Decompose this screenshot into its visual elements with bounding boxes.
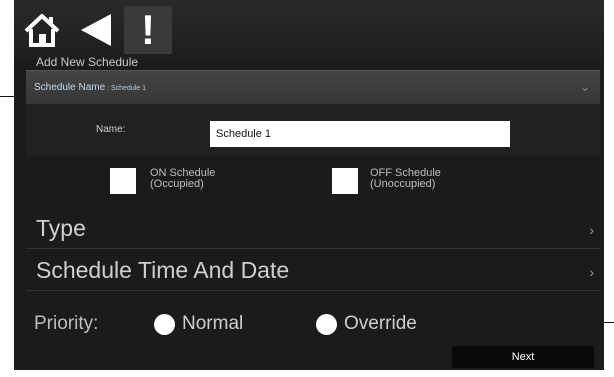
off-schedule-checkbox[interactable] <box>332 168 358 194</box>
name-label: Name: <box>96 124 126 135</box>
chevron-right-icon: › <box>589 264 594 280</box>
priority-label: Priority: <box>34 313 99 334</box>
schedule-name-heading: Schedule Name : Schedule 1 <box>34 82 146 93</box>
override-radio-label: Override <box>344 313 417 334</box>
off-schedule-label: OFF Schedule (Unoccupied) <box>370 168 441 190</box>
chevron-down-icon: ⌄ <box>579 80 590 94</box>
back-button[interactable] <box>74 6 120 54</box>
name-row: Name: <box>26 104 600 156</box>
schedule-name-label: Schedule Name <box>34 82 106 93</box>
type-row[interactable]: Type › <box>26 210 600 249</box>
schedule-name-dropdown[interactable]: Schedule Name : Schedule 1 ⌄ <box>26 70 600 105</box>
off-schedule-line2: (Unoccupied) <box>370 178 436 190</box>
type-label: Type <box>36 215 86 241</box>
on-schedule-checkbox[interactable] <box>110 168 136 194</box>
schedule-time-date-label: Schedule Time And Date <box>36 257 290 283</box>
alert-button[interactable]: ! <box>124 6 172 54</box>
back-icon <box>81 14 111 46</box>
schedule-name-value: Schedule 1 <box>111 85 147 92</box>
name-input[interactable] <box>210 121 510 147</box>
home-icon <box>24 14 60 47</box>
schedule-time-date-row[interactable]: Schedule Time And Date › <box>26 252 600 291</box>
next-button[interactable]: Next <box>452 346 594 368</box>
chevron-right-icon: › <box>589 222 594 238</box>
app-screen: ! Add New Schedule Schedule Name : Sched… <box>14 0 604 370</box>
normal-radio-label: Normal <box>182 313 244 334</box>
top-toolbar: ! <box>14 0 604 60</box>
section-title: Add New Schedule <box>36 55 139 69</box>
alert-icon: ! <box>141 6 155 53</box>
on-schedule-label: ON Schedule (Occupied) <box>150 168 215 190</box>
normal-radio[interactable] <box>154 314 175 335</box>
on-schedule-line2: (Occupied) <box>150 178 204 190</box>
home-button[interactable] <box>18 6 66 54</box>
override-radio[interactable] <box>316 314 337 335</box>
